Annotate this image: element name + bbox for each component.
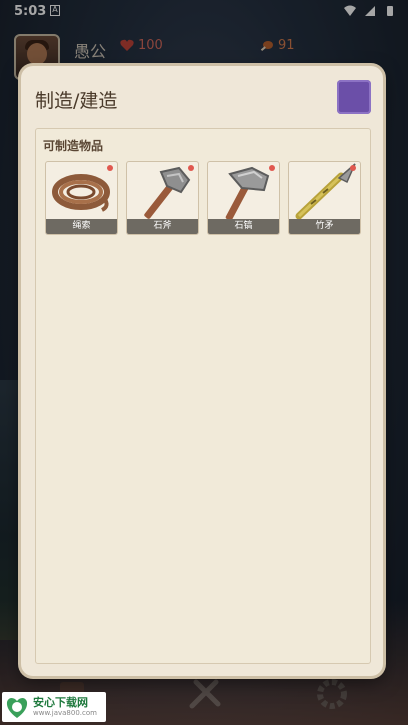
section-title: 可制造物品 — [43, 139, 104, 153]
crafting-modal: 制造/建造 可制造物品 绳索 石斧 石镐 竹矛 — [21, 66, 383, 676]
modal-title: 制造/建造 — [35, 90, 118, 112]
new-badge-dot — [107, 165, 113, 171]
item-grid: 绳索 石斧 石镐 竹矛 — [45, 161, 361, 235]
bamboo-spear-icon — [295, 163, 356, 219]
item-label: 石镐 — [208, 219, 279, 234]
craft-item-stone-axe[interactable]: 石斧 — [126, 161, 199, 235]
watermark-brand: 安心下载网 — [33, 696, 88, 709]
item-label: 竹矛 — [289, 219, 360, 234]
item-label: 绳索 — [46, 219, 117, 234]
rope-icon — [52, 174, 110, 212]
watermark: 安心下载网 www.java800.com — [2, 692, 106, 722]
craftable-items-panel: 可制造物品 绳索 石斧 石镐 竹矛 — [35, 128, 371, 664]
stone-pickaxe-icon — [225, 166, 270, 219]
watermark-site: www.java800.com — [33, 709, 97, 717]
craft-item-bamboo-spear[interactable]: 竹矛 — [288, 161, 361, 235]
new-badge-dot — [269, 165, 275, 171]
stone-axe-icon — [144, 166, 191, 219]
craft-item-rope[interactable]: 绳索 — [45, 161, 118, 235]
watermark-logo-icon — [6, 698, 28, 718]
new-badge-dot — [350, 165, 356, 171]
close-button[interactable] — [337, 80, 371, 114]
craft-item-stone-pickaxe[interactable]: 石镐 — [207, 161, 280, 235]
new-badge-dot — [188, 165, 194, 171]
item-label: 石斧 — [127, 219, 198, 234]
